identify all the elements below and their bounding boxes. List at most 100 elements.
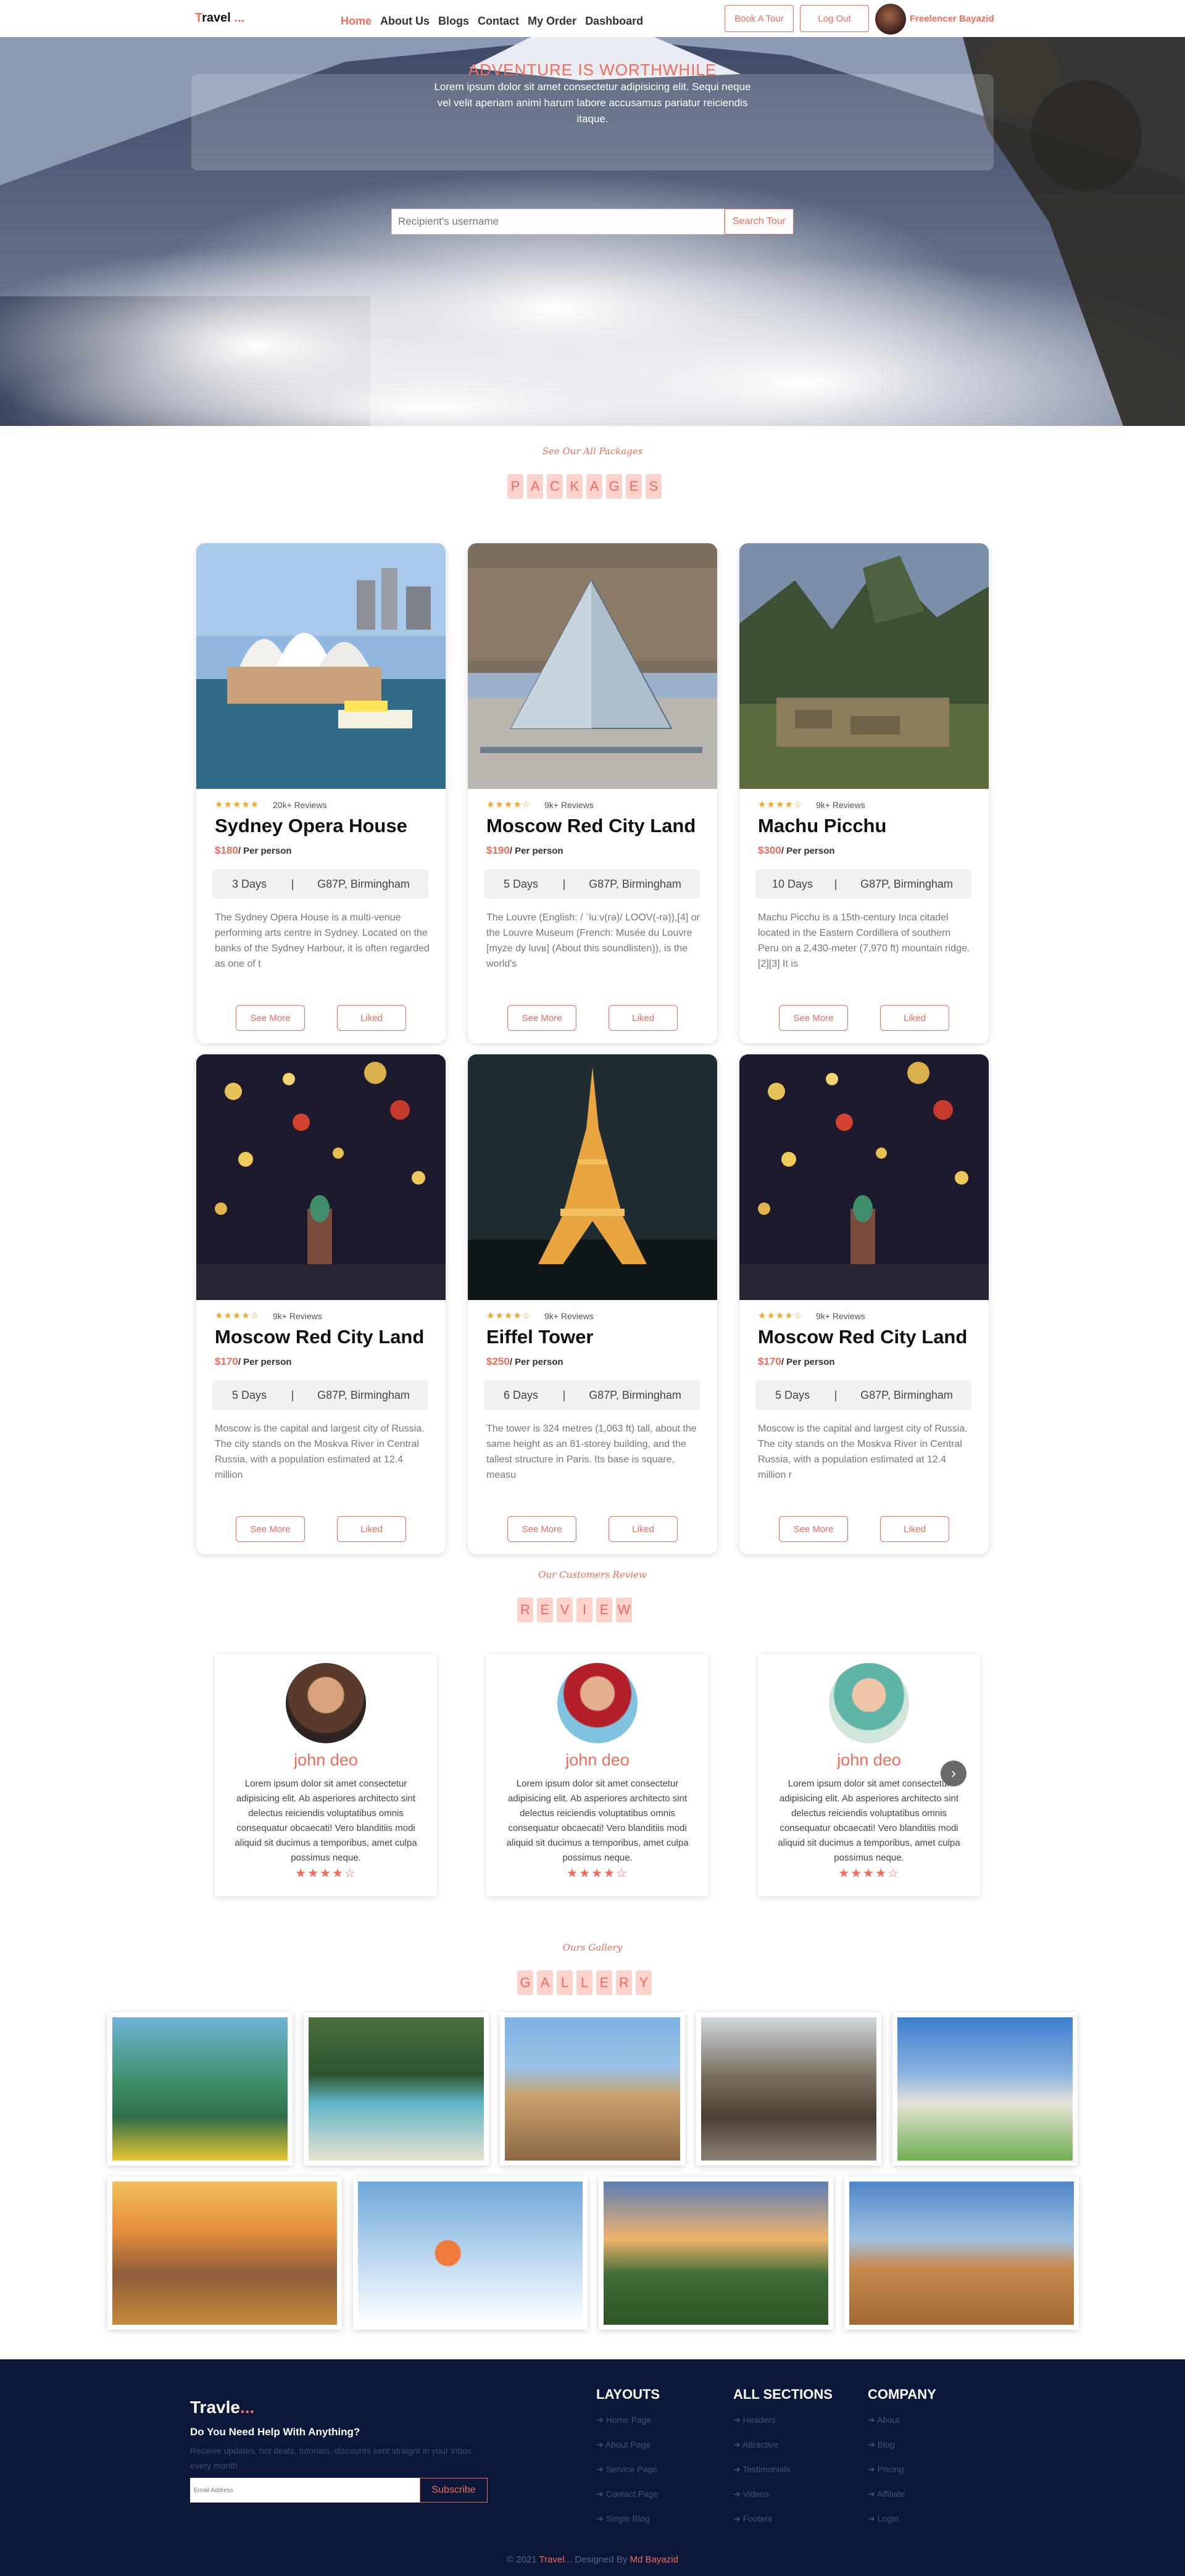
package-card: ★★★★☆ 9k+ Reviews Moscow Red City Land $… <box>739 1054 989 1554</box>
footer-link[interactable]: ➔ Attractive <box>733 2440 778 2450</box>
see-more-button[interactable]: See More <box>507 1516 576 1542</box>
see-more-button[interactable]: See More <box>507 1005 576 1031</box>
trip-location: G87P, Birmingham <box>860 877 953 890</box>
footer-link[interactable]: ➔ Headers <box>733 2415 776 2425</box>
card-price: $170/ Per person <box>215 1356 292 1367</box>
nav-links: Home About Us Blogs Contact My Order Das… <box>341 15 643 28</box>
trip-days: 6 Days <box>503 1388 539 1401</box>
footer-link[interactable]: ➔ Login <box>868 2514 899 2524</box>
card-title: Sydney Opera House <box>215 815 407 836</box>
rating-stars: ★★★★★ <box>215 799 260 810</box>
liked-button[interactable]: Liked <box>609 1516 678 1542</box>
see-more-button[interactable]: See More <box>236 1516 305 1542</box>
card-price: $300/ Per person <box>758 844 835 856</box>
rating-stars: ★★★★☆ <box>758 1311 803 1321</box>
card-price: $250/ Per person <box>486 1356 563 1367</box>
liked-button[interactable]: Liked <box>880 1516 949 1542</box>
gallery-image[interactable] <box>107 2177 342 2330</box>
trip-info: 5 Days | G87P, Birmingham <box>484 869 700 899</box>
footer-link[interactable]: ➔ Videos <box>733 2489 769 2499</box>
reviewer-name: john deo <box>565 1751 630 1769</box>
gallery-image[interactable] <box>107 2012 293 2165</box>
footer-link[interactable]: ➔ Footers <box>733 2514 772 2524</box>
user-avatar[interactable] <box>875 4 906 35</box>
review-count: 9k+ Reviews <box>544 800 594 810</box>
footer-link[interactable]: ➔ Service Page <box>596 2464 657 2475</box>
card-price: $190/ Per person <box>486 844 563 856</box>
rating-stars: ★★★★☆ <box>486 799 531 810</box>
trip-days: 5 Days <box>503 877 539 890</box>
search-tour-button[interactable]: Search Tour <box>725 209 794 235</box>
review-count: 9k+ Reviews <box>816 800 865 810</box>
author-link[interactable]: Md Bayazid <box>630 2554 678 2565</box>
liked-button[interactable]: Liked <box>337 1516 406 1542</box>
book-tour-button[interactable]: Book A Tour <box>725 5 794 32</box>
email-placeholder: Email Address <box>194 2486 233 2494</box>
footer-link[interactable]: ➔ Pricing <box>868 2464 904 2475</box>
gallery-image[interactable] <box>844 2177 1079 2330</box>
heading-letter: E <box>626 474 642 499</box>
email-input[interactable]: Email Address <box>190 2478 420 2503</box>
copyright: © 2021 Travel... Designed By Md Bayazid <box>507 2554 678 2565</box>
site-logo[interactable]: Travel ... <box>195 11 244 25</box>
see-more-button[interactable]: See More <box>779 1005 848 1031</box>
footer-link[interactable]: ➔ About Page <box>596 2440 651 2450</box>
gallery-image[interactable] <box>892 2012 1078 2165</box>
see-more-button[interactable]: See More <box>779 1516 848 1542</box>
footer-link[interactable]: ➔ Home Page <box>596 2415 652 2425</box>
heading-letter: C <box>547 474 563 499</box>
liked-button[interactable]: Liked <box>880 1005 949 1031</box>
reviewer-name: john deo <box>294 1751 358 1769</box>
gallery-image[interactable] <box>500 2012 685 2165</box>
footer-link[interactable]: ➔ Testimonials <box>733 2464 790 2475</box>
heading-letter: L <box>557 1970 573 1995</box>
card-description: Moscow is the capital and largest city o… <box>758 1423 968 1480</box>
footer-link[interactable]: ➔ Single Blog <box>596 2514 649 2524</box>
footer-col-title: ALL SECTIONS <box>733 2386 833 2402</box>
nav-link-about[interactable]: About Us <box>380 15 430 28</box>
card-title: Moscow Red City Land <box>215 1326 425 1348</box>
gallery-image[interactable] <box>599 2177 833 2330</box>
package-card: ★★★★★ 20k+ Reviews Sydney Opera House $1… <box>196 543 446 1043</box>
package-card: ★★★★☆ 9k+ Reviews Eiffel Tower $250/ Per… <box>468 1054 717 1554</box>
trip-info: 10 Days | G87P, Birmingham <box>755 869 971 899</box>
gallery-image[interactable] <box>304 2012 489 2165</box>
liked-button[interactable]: Liked <box>337 1005 406 1031</box>
logout-button[interactable]: Log Out <box>800 5 869 32</box>
see-more-button[interactable]: See More <box>236 1005 305 1031</box>
review-text: Lorem ipsum dolor sit amet consectetur a… <box>506 1778 689 1863</box>
chevron-right-icon[interactable]: › <box>941 1761 967 1786</box>
reviews-kicker: Our Customers Review <box>538 1569 647 1580</box>
heading-letter: A <box>527 474 543 499</box>
review-count: 9k+ Reviews <box>273 1311 322 1321</box>
nav-link-home[interactable]: Home <box>341 15 372 28</box>
card-title: Eiffel Tower <box>486 1326 594 1348</box>
user-name[interactable]: Freelencer Bayazid <box>910 14 994 24</box>
search-input[interactable]: Recipient's username <box>391 209 725 235</box>
footer-link[interactable]: ➔ Blog <box>868 2440 895 2450</box>
nav-link-contact[interactable]: Contact <box>478 15 519 28</box>
nav-link-blogs[interactable]: Blogs <box>438 15 469 28</box>
card-description: The Sydney Opera House is a multi-venue … <box>215 912 430 969</box>
nav-link-my-order[interactable]: My Order <box>528 15 576 28</box>
trip-days: 5 Days <box>775 1388 810 1401</box>
subscribe-button[interactable]: Subscribe <box>420 2478 488 2503</box>
heading-letter: G <box>517 1970 533 1995</box>
footer-logo[interactable]: Travle... <box>190 2398 254 2417</box>
footer-link[interactable]: ➔ Contact Page <box>596 2489 658 2499</box>
gallery-image[interactable] <box>353 2177 588 2330</box>
sydney-opera-house-image <box>196 543 446 789</box>
trip-info: 5 Days | G87P, Birmingham <box>212 1380 428 1410</box>
reviews-heading: R E V I E W <box>517 1598 632 1622</box>
heading-letter: P <box>507 474 523 499</box>
trip-location: G87P, Birmingham <box>317 877 410 890</box>
footer-link[interactable]: ➔ Affiliate <box>868 2489 905 2499</box>
liked-button[interactable]: Liked <box>609 1005 678 1031</box>
review-text: Lorem ipsum dolor sit amet consectetur a… <box>235 1778 417 1863</box>
nav-link-dashboard[interactable]: Dashboard <box>585 15 643 28</box>
eiffel-tower-image <box>468 1054 717 1300</box>
heading-letter: V <box>557 1598 573 1622</box>
gallery-image[interactable] <box>696 2012 881 2165</box>
footer-link[interactable]: ➔ About <box>868 2415 899 2425</box>
heading-letter: L <box>576 1970 592 1995</box>
